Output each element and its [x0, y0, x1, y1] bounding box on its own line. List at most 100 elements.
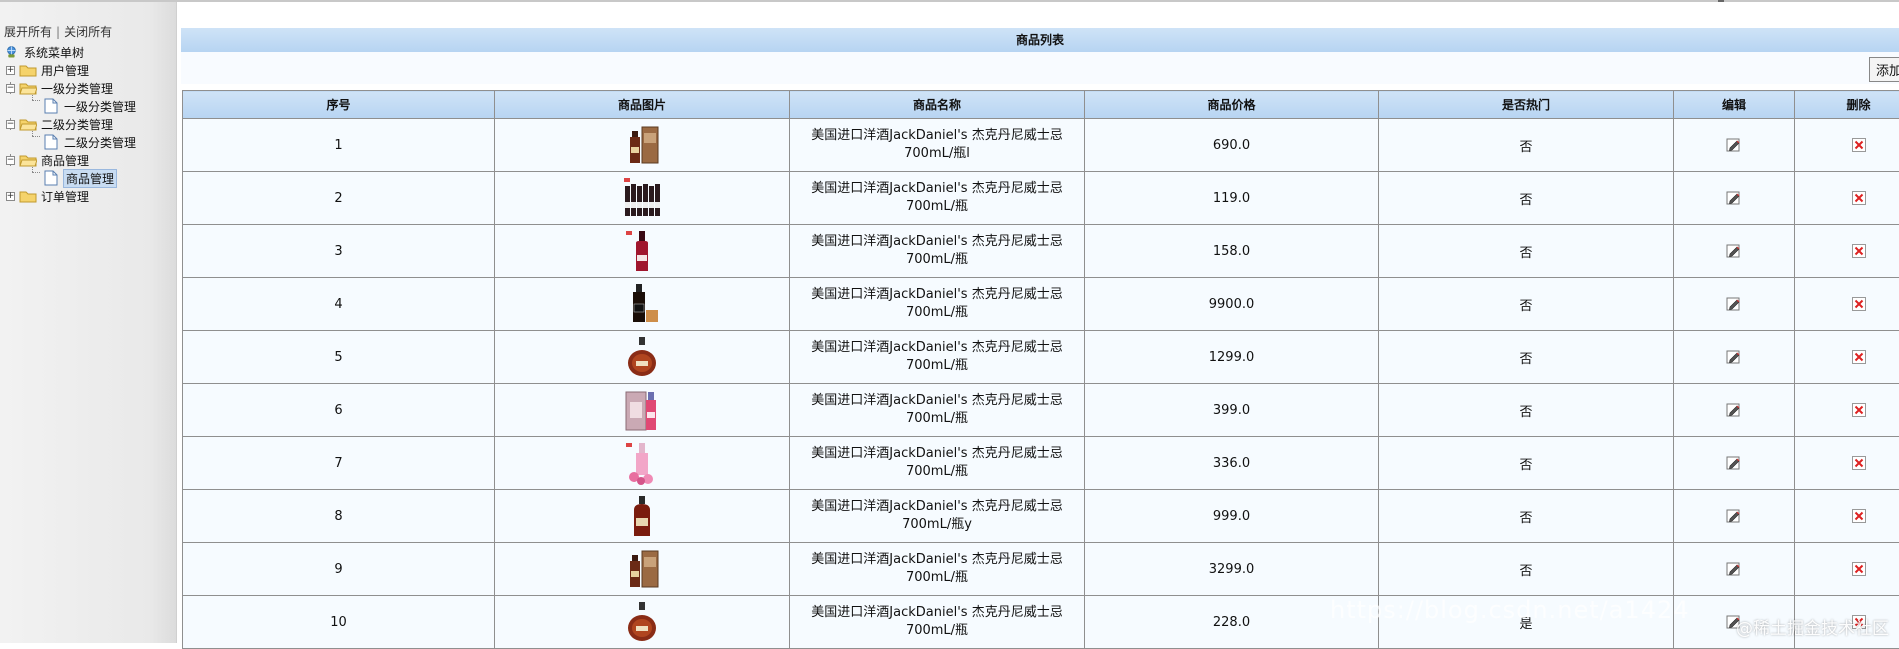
- table-row: 9 美国进口洋酒JackDaniel's 杰克丹尼威士忌700mL/瓶 3299…: [183, 543, 1899, 596]
- expand-toggle-icon[interactable]: +: [6, 192, 15, 201]
- delete-icon[interactable]: [1851, 137, 1867, 153]
- table-row: 7 美国进口洋酒JackDaniel's 杰克丹尼威士忌700mL/瓶 336.…: [183, 437, 1899, 490]
- cell-seq: 3: [183, 225, 495, 278]
- collapse-toggle-icon[interactable]: −: [6, 84, 15, 93]
- cell-edit: [1674, 437, 1795, 490]
- cell-price: 336.0: [1085, 437, 1379, 490]
- cell-delete: [1795, 278, 1899, 331]
- expand-all-link[interactable]: 展开所有: [4, 25, 52, 39]
- edit-icon[interactable]: [1726, 455, 1742, 471]
- tree-node-user-management[interactable]: + 用户管理: [6, 60, 89, 80]
- edit-icon[interactable]: [1726, 561, 1742, 577]
- collapse-toggle-icon[interactable]: −: [6, 156, 15, 165]
- tree-leaf-primary-category[interactable]: 一级分类管理: [44, 96, 136, 116]
- cell-edit: [1674, 331, 1795, 384]
- cell-price: 9900.0: [1085, 278, 1379, 331]
- delete-icon[interactable]: [1851, 561, 1867, 577]
- cell-seq: 2: [183, 172, 495, 225]
- cell-seq: 7: [183, 437, 495, 490]
- product-thumbnail-whisky-with-glass[interactable]: [622, 282, 662, 326]
- cell-hot: 否: [1379, 278, 1674, 331]
- cell-hot: 否: [1379, 490, 1674, 543]
- cell-seq: 4: [183, 278, 495, 331]
- cell-delete: [1795, 119, 1899, 172]
- cell-name: 美国进口洋酒JackDaniel's 杰克丹尼威士忌700mL/瓶: [790, 331, 1085, 384]
- tree-node-secondary-category[interactable]: − 二级分类管理: [6, 114, 113, 134]
- cell-image: [495, 543, 790, 596]
- edit-icon[interactable]: [1726, 296, 1742, 312]
- cell-price: 999.0: [1085, 490, 1379, 543]
- cell-name: 美国进口洋酒JackDaniel's 杰克丹尼威士忌700mL/瓶: [790, 172, 1085, 225]
- column-header-edit: 编辑: [1674, 91, 1795, 119]
- document-icon: [44, 134, 58, 150]
- column-header-price: 商品价格: [1085, 91, 1379, 119]
- edit-icon[interactable]: [1726, 243, 1742, 259]
- edit-icon[interactable]: [1726, 349, 1742, 365]
- delete-icon[interactable]: [1851, 296, 1867, 312]
- delete-icon[interactable]: [1851, 402, 1867, 418]
- table-row: 3 美国进口洋酒JackDaniel's 杰克丹尼威士忌700mL/瓶 158.…: [183, 225, 1899, 278]
- cell-image: [495, 331, 790, 384]
- tree-root[interactable]: 系统菜单树: [6, 42, 84, 62]
- cell-name: 美国进口洋酒JackDaniel's 杰克丹尼威士忌700mL/瓶y: [790, 490, 1085, 543]
- document-icon: [44, 170, 58, 186]
- cell-edit: [1674, 278, 1795, 331]
- tree-connector: [32, 100, 40, 101]
- sidebar-menu-tree: 展开所有|关闭所有 系统菜单树 + 用户管理 −: [0, 2, 177, 643]
- cell-image: [495, 225, 790, 278]
- cell-edit: [1674, 225, 1795, 278]
- tree-leaf-product-management[interactable]: 商品管理: [44, 168, 116, 188]
- document-icon: [44, 98, 58, 114]
- product-thumbnail-cognac-decanter[interactable]: [622, 335, 662, 379]
- folder-icon: [19, 64, 37, 77]
- cell-price: 158.0: [1085, 225, 1379, 278]
- delete-icon[interactable]: [1851, 349, 1867, 365]
- product-thumbnail-bottle-gift-box[interactable]: [622, 123, 662, 167]
- edit-icon[interactable]: [1726, 402, 1742, 418]
- expand-toggle-icon[interactable]: +: [6, 66, 15, 75]
- edit-icon[interactable]: [1726, 137, 1742, 153]
- product-thumbnail-pink-gift-box[interactable]: [622, 388, 662, 432]
- column-header-hot: 是否热门: [1379, 91, 1674, 119]
- cell-image: [495, 119, 790, 172]
- cell-price: 119.0: [1085, 172, 1379, 225]
- edit-icon[interactable]: [1726, 190, 1742, 206]
- product-thumbnail-brandy-bottle[interactable]: [622, 494, 662, 538]
- tree-node-primary-category[interactable]: − 一级分类管理: [6, 78, 113, 98]
- collapse-toggle-icon[interactable]: −: [6, 120, 15, 129]
- product-thumbnail-red-wine-bottle[interactable]: [622, 229, 662, 273]
- collapse-all-link[interactable]: 关闭所有: [64, 25, 112, 39]
- tree-connector: [32, 172, 40, 173]
- column-header-name: 商品名称: [790, 91, 1085, 119]
- cell-image: [495, 596, 790, 649]
- cell-price: 399.0: [1085, 384, 1379, 437]
- column-header-seq: 序号: [183, 91, 495, 119]
- cell-name: 美国进口洋酒JackDaniel's 杰克丹尼威士忌700mL/瓶: [790, 543, 1085, 596]
- delete-icon[interactable]: [1851, 508, 1867, 524]
- top-edge-mark: [1718, 0, 1724, 2]
- product-thumbnail-wine-six-pack[interactable]: [622, 176, 662, 220]
- tree-leaf-secondary-category[interactable]: 二级分类管理: [44, 132, 136, 152]
- cell-image: [495, 172, 790, 225]
- cell-delete: [1795, 331, 1899, 384]
- cell-edit: [1674, 490, 1795, 543]
- product-thumbnail-bottle-gift-box[interactable]: [622, 547, 662, 591]
- table-header-row: 序号 商品图片 商品名称 商品价格 是否热门 编辑 删除: [183, 91, 1899, 119]
- tree-node-product-management[interactable]: − 商品管理: [6, 150, 89, 170]
- cell-seq: 1: [183, 119, 495, 172]
- folder-open-icon: [19, 154, 37, 167]
- add-product-button[interactable]: 添加: [1869, 57, 1899, 82]
- globe-user-icon: [6, 44, 20, 60]
- product-thumbnail-cognac-decanter[interactable]: [622, 600, 662, 644]
- cell-delete: [1795, 490, 1899, 543]
- edit-icon[interactable]: [1726, 508, 1742, 524]
- delete-icon[interactable]: [1851, 190, 1867, 206]
- delete-icon[interactable]: [1851, 455, 1867, 471]
- tree-node-order-management[interactable]: + 订单管理: [6, 186, 89, 206]
- cell-delete: [1795, 437, 1899, 490]
- product-thumbnail-pink-bottle-flowers[interactable]: [622, 441, 662, 485]
- cell-name: 美国进口洋酒JackDaniel's 杰克丹尼威士忌700mL/瓶: [790, 278, 1085, 331]
- tree-connector: [32, 136, 40, 137]
- cell-name: 美国进口洋酒JackDaniel's 杰克丹尼威士忌700mL/瓶: [790, 437, 1085, 490]
- delete-icon[interactable]: [1851, 243, 1867, 259]
